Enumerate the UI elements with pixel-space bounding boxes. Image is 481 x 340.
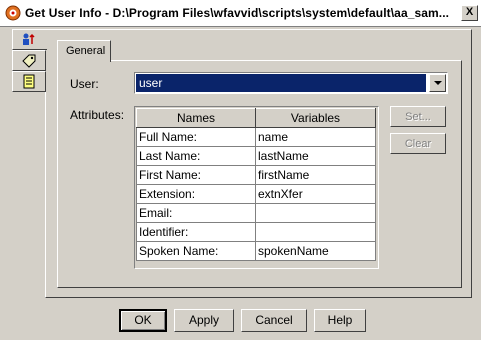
title-bar[interactable]: Get User Info - D:\Program Files\wfavvid… (0, 0, 481, 26)
attribute-name: Extension: (136, 184, 256, 204)
attribute-name: Full Name: (136, 127, 256, 147)
ok-button[interactable]: OK (119, 309, 167, 332)
table-row[interactable]: Full Name: name (136, 127, 376, 147)
side-tab-tag[interactable] (12, 50, 46, 71)
attribute-name: Identifier: (136, 222, 256, 242)
table-header-row: Names Variables (136, 108, 376, 128)
attribute-name: Last Name: (136, 146, 256, 166)
tab-general[interactable]: General (57, 40, 111, 62)
attributes-label: Attributes: (70, 108, 125, 122)
notes-icon (23, 74, 35, 89)
table-row[interactable]: First Name: firstName (136, 165, 376, 185)
side-tab-user-info[interactable] (12, 29, 47, 50)
attribute-name: First Name: (136, 165, 256, 185)
attribute-variable[interactable]: extnXfer (255, 184, 376, 204)
side-tab-strip (12, 29, 47, 299)
set-button[interactable]: Set... (390, 106, 446, 127)
table-row[interactable]: Identifier: (136, 222, 376, 242)
cancel-button[interactable]: Cancel (241, 309, 307, 332)
clear-button[interactable]: Clear (390, 133, 446, 154)
tab-general-label: General (66, 45, 106, 57)
title-divider (0, 26, 481, 27)
attribute-variable[interactable]: spokenName (255, 241, 376, 261)
attribute-name: Spoken Name: (136, 241, 256, 261)
user-select[interactable]: user (134, 72, 448, 94)
attribute-variable[interactable]: lastName (255, 146, 376, 166)
table-row[interactable]: Extension: extnXfer (136, 184, 376, 204)
attribute-variable[interactable]: name (255, 127, 376, 147)
close-button[interactable]: X (461, 5, 478, 21)
user-select-value: user (136, 74, 426, 92)
attribute-name: Email: (136, 203, 256, 223)
attribute-variable[interactable] (255, 222, 376, 242)
table-row[interactable]: Last Name: lastName (136, 146, 376, 166)
side-tab-notes[interactable] (12, 71, 46, 92)
attribute-variable[interactable] (255, 203, 376, 223)
attributes-table[interactable]: Names Variables Full Name: name Last Name… (134, 106, 379, 269)
column-header-variables[interactable]: Variables (255, 108, 376, 128)
tag-icon (22, 54, 36, 68)
user-label: User: (70, 77, 99, 91)
user-info-icon (23, 33, 35, 45)
app-icon (5, 5, 21, 21)
chevron-down-icon[interactable] (429, 74, 446, 92)
window-title: Get User Info - D:\Program Files\wfavvid… (25, 6, 450, 20)
table-row[interactable]: Email: (136, 203, 376, 223)
help-button[interactable]: Help (314, 309, 366, 332)
attribute-variable[interactable]: firstName (255, 165, 376, 185)
column-header-names[interactable]: Names (136, 108, 256, 128)
apply-button[interactable]: Apply (174, 309, 234, 332)
table-row[interactable]: Spoken Name: spokenName (136, 241, 376, 261)
